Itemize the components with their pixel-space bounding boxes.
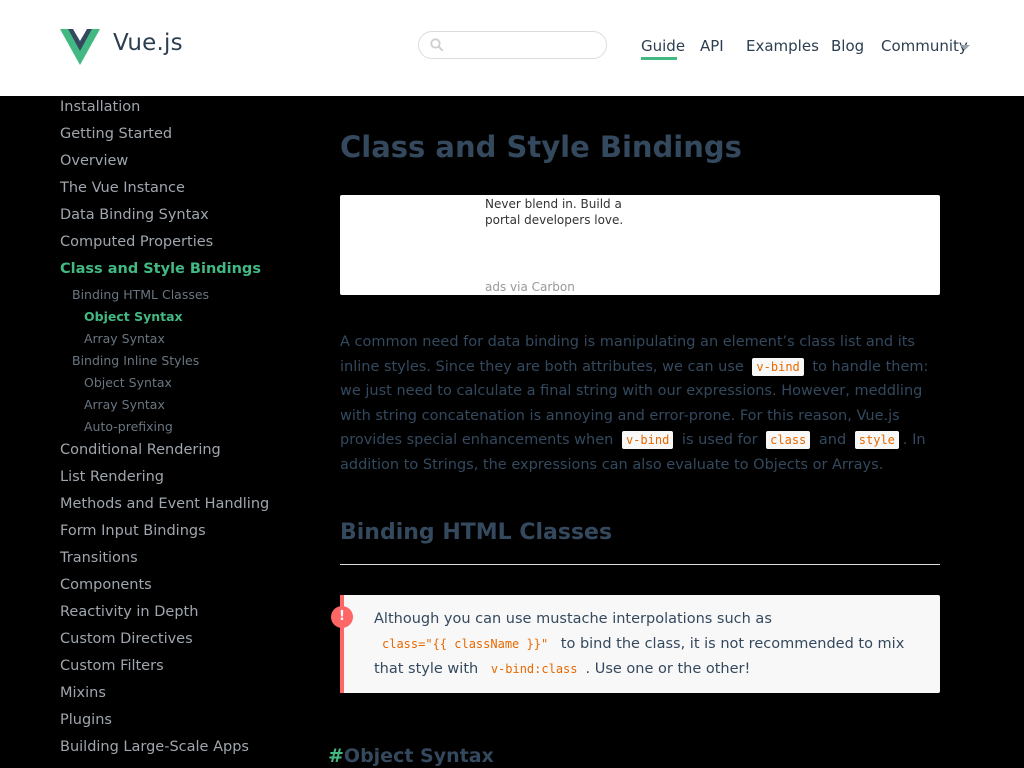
ad-text[interactable]: Never blend in. Build a portal developer…	[485, 196, 635, 228]
nav-blog[interactable]: Blog	[831, 37, 864, 55]
sidebar-nav: Installation Getting Started Overview Th…	[0, 96, 300, 768]
sidebar-item-overview[interactable]: Overview	[60, 153, 128, 169]
inline-code: class	[766, 431, 811, 449]
ad-via-link[interactable]: ads via Carbon	[485, 280, 575, 294]
sidebar-item-list-rendering[interactable]: List Rendering	[60, 469, 164, 485]
inline-code: style	[854, 431, 899, 449]
tip-text-part: . Use one or the other!	[585, 661, 751, 677]
sidebar-item-building-large-scale-apps[interactable]: Building Large-Scale Apps	[60, 739, 249, 755]
sidebar-item-components[interactable]: Components	[60, 577, 152, 593]
sidebar-subitem-object-syntax[interactable]: Object Syntax	[84, 309, 183, 324]
inline-code: v-bind	[621, 431, 674, 449]
carbon-ad[interactable]: Never blend in. Build a portal developer…	[340, 195, 940, 295]
subsection-title: Object Syntax	[343, 745, 494, 767]
tip-text-part: Although you can use mustache interpolat…	[374, 611, 772, 627]
sidebar-item-computed-properties[interactable]: Computed Properties	[60, 234, 213, 250]
sidebar-subitem-auto-prefixing[interactable]: Auto-prefixing	[84, 419, 173, 434]
sidebar-item-conditional-rendering[interactable]: Conditional Rendering	[60, 442, 221, 458]
sidebar-subitem-array-syntax[interactable]: Array Syntax	[84, 331, 165, 346]
sidebar-item-class-style-bindings[interactable]: Class and Style Bindings	[60, 261, 261, 277]
section-divider	[340, 564, 940, 565]
search-icon	[430, 38, 444, 52]
section-heading: Binding HTML Classes	[340, 520, 613, 545]
sidebar-item-plugins[interactable]: Plugins	[60, 712, 112, 728]
sidebar-item-getting-started[interactable]: Getting Started	[60, 126, 172, 142]
inline-code: v-bind	[752, 357, 804, 376]
subsection-heading: #Object Syntax	[328, 745, 494, 767]
sidebar-subitem-object-syntax-styles[interactable]: Object Syntax	[84, 375, 172, 390]
tip-text: Although you can use mustache interpolat…	[374, 607, 919, 682]
sidebar-subitem-array-syntax-styles[interactable]: Array Syntax	[84, 397, 165, 412]
warning-tip: ! Although you can use mustache interpol…	[331, 595, 940, 693]
search-box[interactable]	[418, 31, 607, 59]
exclamation-icon: !	[331, 606, 353, 628]
nav-examples[interactable]: Examples	[746, 37, 819, 55]
intro-text: is used for	[681, 432, 758, 448]
sidebar-item-data-binding-syntax[interactable]: Data Binding Syntax	[60, 207, 209, 223]
nav-active-underline	[641, 57, 677, 60]
sidebar-item-transitions[interactable]: Transitions	[60, 550, 138, 566]
nav-api[interactable]: API	[700, 37, 724, 55]
top-header: Vue.js Guide API Examples Blog Community	[0, 0, 1024, 96]
sidebar-item-custom-directives[interactable]: Custom Directives	[60, 631, 193, 647]
sidebar-item-reactivity-in-depth[interactable]: Reactivity in Depth	[60, 604, 198, 620]
page-title: Class and Style Bindings	[340, 130, 742, 164]
intro-text: and	[818, 432, 847, 448]
sidebar-subitem-binding-html-classes[interactable]: Binding HTML Classes	[72, 287, 209, 302]
vue-logo-icon[interactable]	[60, 29, 100, 67]
sidebar-item-custom-filters[interactable]: Custom Filters	[60, 658, 164, 674]
brand-name[interactable]: Vue.js	[113, 30, 183, 56]
nav-guide[interactable]: Guide	[641, 37, 685, 55]
anchor-link[interactable]: #	[328, 745, 344, 767]
nav-community[interactable]: Community	[881, 37, 968, 55]
sidebar-item-methods-event-handling[interactable]: Methods and Event Handling	[60, 496, 269, 512]
intro-paragraph: A common need for data binding is manipu…	[340, 330, 940, 477]
sidebar-item-form-input-bindings[interactable]: Form Input Bindings	[60, 523, 206, 539]
chevron-down-icon[interactable]	[960, 44, 970, 51]
sidebar-subitem-binding-inline-styles[interactable]: Binding Inline Styles	[72, 353, 199, 368]
sidebar-item-installation[interactable]: Installation	[60, 99, 140, 115]
sidebar-item-mixins[interactable]: Mixins	[60, 685, 106, 701]
sidebar-item-vue-instance[interactable]: The Vue Instance	[60, 180, 185, 196]
search-input[interactable]	[449, 36, 599, 54]
inline-code: v-bind:class	[490, 662, 578, 676]
inline-code: class="{{ className }}"	[382, 637, 549, 651]
